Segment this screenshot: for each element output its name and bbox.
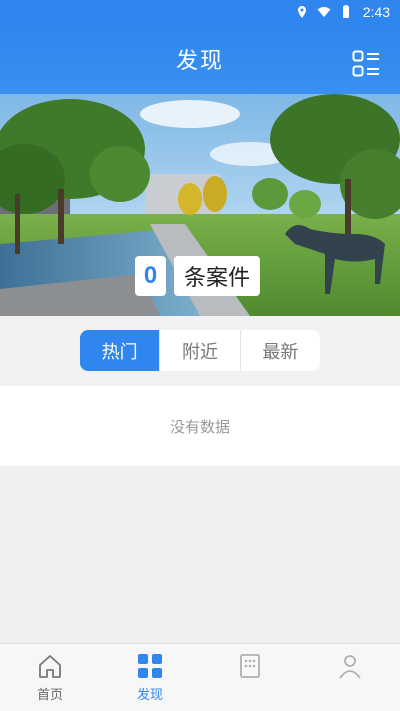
status-time: 2:43 [362,4,390,20]
grid-icon [138,654,162,678]
nav-item-label: 发现 [136,688,163,703]
nav-item-label: 首页 [36,688,63,703]
user-icon [339,655,361,679]
tab-nearby[interactable]: 附近 [160,330,241,371]
case-count-overlay: 0 条案件 [135,256,261,296]
nav-item-building[interactable] [200,644,300,711]
empty-state-text: 没有数据 [169,417,230,436]
location-icon [295,5,309,19]
nav-item-discover[interactable]: 发现 [100,644,200,711]
wifi-icon [317,5,331,19]
bottom-nav: 首页 发现 [0,643,400,711]
case-list: 没有数据 [0,386,400,466]
filter-segmented-control: 热门 附近 最新 [80,330,320,371]
menu-button[interactable] [352,50,380,78]
filter-area: 热门 附近 最新 [0,316,400,386]
battery-icon [339,5,353,19]
home-icon [39,655,61,678]
building-icon [240,654,260,678]
banner-image[interactable]: 0 条案件 [0,94,400,316]
tab-latest[interactable]: 最新 [241,330,320,371]
list-grid-icon [352,50,379,77]
tab-hot[interactable]: 热门 [80,330,161,371]
header: 发现 [0,24,400,94]
status-bar: 2:43 [0,0,400,24]
case-count-label: 条案件 [174,256,261,296]
case-count-value: 0 [135,256,166,296]
nav-item-home[interactable]: 首页 [0,644,100,711]
page-title: 发现 [175,49,224,74]
nav-item-profile[interactable] [300,644,400,711]
